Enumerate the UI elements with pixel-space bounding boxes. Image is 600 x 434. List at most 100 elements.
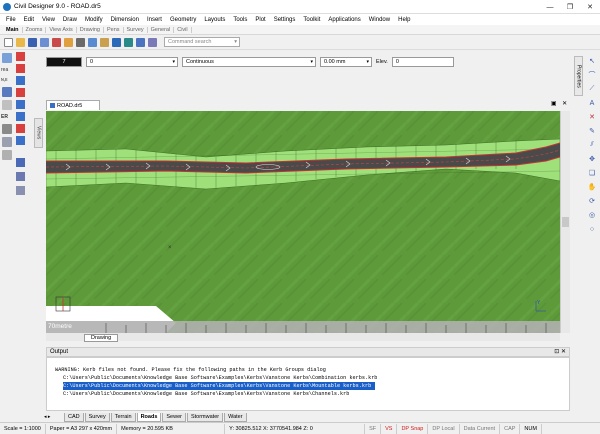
views-side-tab[interactable]: Views [34,118,43,148]
menu-plot[interactable]: Plot [255,17,265,23]
undo-icon[interactable] [112,37,121,47]
menu-applications[interactable]: Applications [328,17,360,23]
menu-draw[interactable]: Draw [63,17,77,23]
output-console[interactable]: WARNING: Kerb files not found. Please fi… [46,357,570,411]
redo-icon[interactable] [124,37,133,47]
snap-center-icon[interactable] [16,76,25,85]
menu-tools[interactable]: Tools [233,17,247,23]
hand-icon[interactable]: ✋ [587,182,597,192]
measure-tool-icon[interactable] [2,100,12,110]
maximize-button[interactable]: ❐ [560,0,580,14]
module-tab-sewer[interactable]: Sewer [162,412,186,422]
layer-tool-icon[interactable] [2,137,12,147]
area-tool-label[interactable]: rea [1,67,13,73]
snap-polar-icon[interactable] [16,186,25,195]
paste-icon[interactable] [100,37,109,47]
layout-tab-drawing[interactable]: Drawing [84,334,119,342]
list-tool-icon[interactable] [2,150,12,160]
pan-icon[interactable] [148,37,157,47]
grid-tool-icon[interactable] [2,124,12,134]
status-dp-snap-toggle[interactable]: DP Snap [397,423,429,434]
triangle-tool-icon[interactable] [2,87,12,97]
save-icon[interactable] [28,37,37,47]
target-icon[interactable]: ◎ [587,210,597,220]
open-folder-icon[interactable] [16,37,25,47]
status-vs-toggle[interactable]: VS [381,423,398,434]
close-icon[interactable]: ✕ [562,100,567,110]
module-tab-stormwater[interactable]: Stormwater [186,412,224,422]
menu-geometry[interactable]: Geometry [170,17,196,23]
minimize-button[interactable]: — [540,0,560,14]
open-icon[interactable] [64,37,73,47]
close-button[interactable]: ✕ [580,0,600,14]
properties-side-tab[interactable]: Properties [574,56,583,96]
module-tab-terrain[interactable]: Terrain [110,412,136,422]
arc-icon[interactable]: ⌒ [587,70,597,80]
status-sf-toggle[interactable]: SF [365,423,382,434]
menu-window[interactable]: Window [369,17,390,23]
module-tab-survey[interactable]: Survey [84,412,110,422]
tab-survey[interactable]: Survey [124,26,148,33]
document-tab[interactable]: ROAD.dr5 [46,100,100,110]
lineweight-dropdown[interactable]: 0.00 mm ▾ [320,57,372,67]
rotate-icon[interactable]: ⟳ [587,196,597,206]
snap-grid-icon[interactable] [16,158,25,167]
menu-insert[interactable]: Insert [147,17,162,23]
snap-intersect-icon[interactable] [16,112,25,121]
ne-tool-label[interactable]: ɴ,ᴇ [1,77,13,83]
tab-civil[interactable]: Civil [174,26,192,33]
linetype-dropdown[interactable]: Continuous ▾ [182,57,316,67]
restore-icon[interactable]: ▣ [551,100,557,110]
tab-pens[interactable]: Pens [104,26,124,33]
menu-settings[interactable]: Settings [274,17,296,23]
vertical-scrollbar[interactable] [560,111,570,333]
tab-zooms[interactable]: Zooms [23,26,47,33]
menu-view[interactable]: View [42,17,55,23]
snap-node-icon[interactable] [16,88,25,97]
menu-toolkit[interactable]: Toolkit [303,17,320,23]
print-icon[interactable] [52,37,61,47]
status-data-current[interactable]: Data Current [460,423,501,434]
er-tool-label[interactable]: ER [1,114,13,120]
snap-quad-icon[interactable] [16,100,25,109]
menu-edit[interactable]: Edit [24,17,34,23]
tab-general[interactable]: General [148,26,175,33]
text-icon[interactable]: A [587,98,597,108]
status-dp-local-toggle[interactable]: DP Local [428,423,460,434]
tab-drawing[interactable]: Drawing [77,26,104,33]
cut-icon[interactable] [76,37,85,47]
copy-tool-icon[interactable]: ❏ [587,168,597,178]
tab-nav-arrows[interactable]: ◂ ▸ [44,414,50,420]
tab-view-axis[interactable]: View Axis [46,26,77,33]
module-tab-water[interactable]: Water [224,412,247,422]
drawing-canvas[interactable]: × [46,111,560,333]
pin-close-icons[interactable]: ⊡ ✕ [554,348,566,355]
elevation-input[interactable]: 0 [391,57,454,67]
save-as-icon[interactable] [40,37,49,47]
menu-file[interactable]: File [6,17,16,23]
tab-main[interactable]: Main [3,26,23,33]
split-icon[interactable]: ⫽ [587,140,597,150]
module-tab-cad[interactable]: CAD [64,412,84,422]
edit-icon[interactable]: ✎ [587,126,597,136]
polyline-icon[interactable]: ⟋ [587,84,597,94]
module-tab-roads[interactable]: Roads [136,412,162,422]
menu-help[interactable]: Help [398,17,410,23]
menu-modify[interactable]: Modify [85,17,103,23]
snap-ortho-icon[interactable] [16,172,25,181]
snap-tangent-icon[interactable] [16,136,25,145]
pointer-icon[interactable]: ↖ [587,56,597,66]
copy-icon[interactable] [88,37,97,47]
zoom-icon[interactable] [136,37,145,47]
menu-layouts[interactable]: Layouts [204,17,225,23]
color-field[interactable]: 7 [46,57,82,67]
output-line-selected[interactable]: C:\Users\Public\Documents\Knowledge Base… [63,382,376,390]
cross-icon[interactable]: ✕ [587,112,597,122]
new-file-icon[interactable] [4,37,13,47]
vertical-scroll-thumb[interactable] [562,217,569,227]
snap-mid-icon[interactable] [16,64,25,73]
snap-end-icon[interactable] [16,52,25,61]
menu-dimension[interactable]: Dimension [111,17,139,23]
move-icon[interactable]: ✥ [587,154,597,164]
layer-dropdown[interactable]: 0 ▾ [86,57,178,67]
